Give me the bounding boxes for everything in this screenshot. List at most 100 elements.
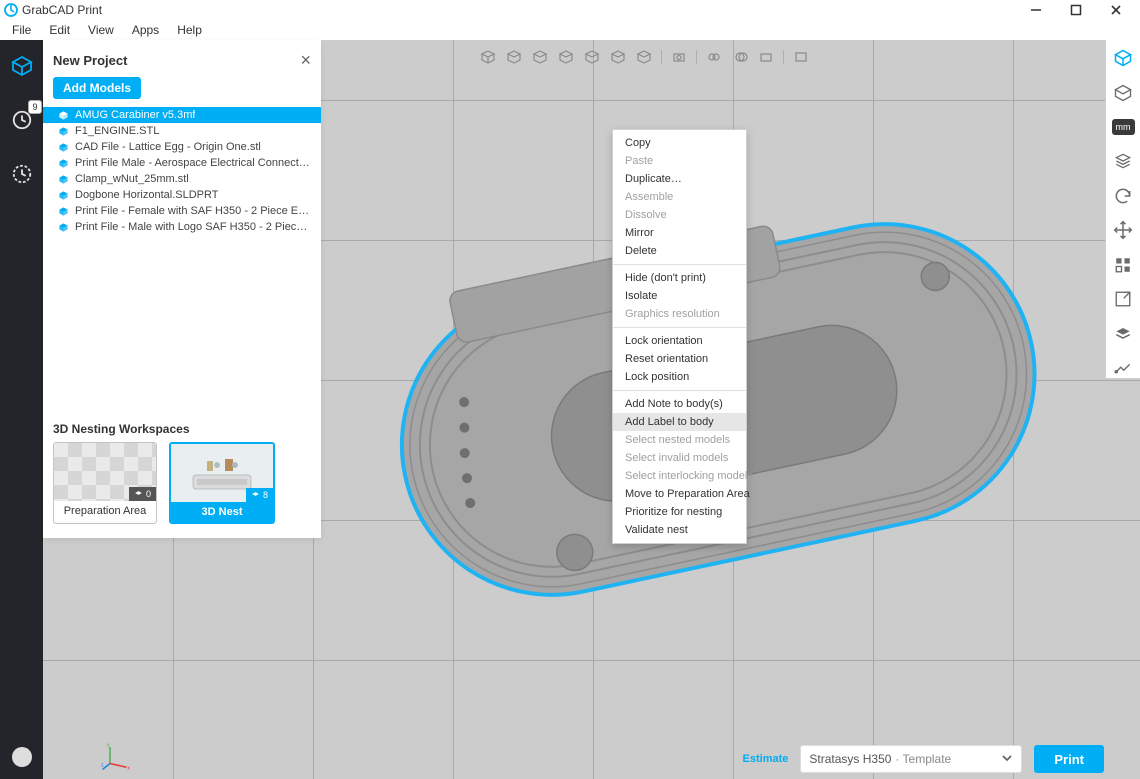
project-icon[interactable] <box>8 52 36 80</box>
view-select-icon[interactable] <box>705 48 723 66</box>
file-row[interactable]: Clamp_wNut_25mm.stl <box>43 171 321 187</box>
context-item[interactable]: Delete <box>613 242 746 260</box>
print-button[interactable]: Print <box>1034 745 1104 773</box>
workspace-count: 8 <box>246 488 273 502</box>
context-item: Paste <box>613 152 746 170</box>
file-label: CAD File - Lattice Egg - Origin One.stl <box>75 141 261 153</box>
view-shade-icon[interactable] <box>731 48 749 66</box>
context-item: Select interlocking models <box>613 467 746 485</box>
right-rail: mm <box>1105 40 1140 378</box>
view-right-icon[interactable] <box>583 48 601 66</box>
rotate-tool-icon[interactable] <box>1112 186 1134 206</box>
context-item[interactable]: Prioritize for nesting <box>613 503 746 521</box>
file-row[interactable]: AMUG Carabiner v5.3mf <box>43 107 321 123</box>
file-label: F1_ENGINE.STL <box>75 125 159 137</box>
context-item[interactable]: Lock position <box>613 368 746 386</box>
menu-edit[interactable]: Edit <box>41 21 78 39</box>
context-item: Select invalid models <box>613 449 746 467</box>
context-item[interactable]: Hide (don't print) <box>613 269 746 287</box>
nest-tool-icon[interactable] <box>1112 151 1134 171</box>
context-item[interactable]: Lock orientation <box>613 332 746 350</box>
context-separator <box>613 327 746 328</box>
workspace-label: 3D Nest <box>171 502 273 522</box>
context-menu: CopyPasteDuplicate…AssembleDissolveMirro… <box>612 129 747 544</box>
tool-cube-icon[interactable] <box>1112 82 1134 102</box>
history-icon[interactable]: 9 <box>8 106 36 134</box>
cube-icon <box>57 189 69 201</box>
minimize-button[interactable] <box>1016 0 1056 20</box>
file-row[interactable]: F1_ENGINE.STL <box>43 123 321 139</box>
workspace-card[interactable]: 83D Nest <box>169 442 275 524</box>
arrange-tool-icon[interactable] <box>1112 254 1134 274</box>
context-item[interactable]: Mirror <box>613 224 746 242</box>
chevron-down-icon <box>1001 752 1013 767</box>
cube-icon <box>57 141 69 153</box>
workspace-row: 0Preparation Area83D Nest <box>43 442 321 538</box>
view-front-icon[interactable] <box>505 48 523 66</box>
project-title: New Project <box>53 53 300 68</box>
file-label: Dogbone Horizontal.SLDPRT <box>75 189 218 201</box>
file-label: Clamp_wNut_25mm.stl <box>75 173 189 185</box>
panel-close-icon[interactable]: × <box>300 50 311 71</box>
view-back-icon[interactable] <box>531 48 549 66</box>
view-left-icon[interactable] <box>557 48 575 66</box>
model-tool-icon[interactable] <box>1112 48 1134 68</box>
menu-file[interactable]: File <box>4 21 39 39</box>
cube-icon <box>57 173 69 185</box>
view-render-icon[interactable] <box>670 48 688 66</box>
estimate-link[interactable]: Estimate <box>743 753 789 765</box>
file-list: AMUG Carabiner v5.3mf F1_ENGINE.STL CAD Fi… <box>43 107 321 245</box>
cube-icon <box>57 221 69 233</box>
context-item[interactable]: Copy <box>613 134 746 152</box>
context-item[interactable]: Add Label to body <box>613 413 746 431</box>
move-tool-icon[interactable] <box>1112 220 1134 240</box>
context-item[interactable]: Duplicate… <box>613 170 746 188</box>
view-toolbar <box>473 44 816 70</box>
menu-apps[interactable]: Apps <box>124 21 167 39</box>
view-iso-icon[interactable] <box>479 48 497 66</box>
cube-icon <box>57 157 69 169</box>
file-row[interactable]: Print File - Female with SAF H350 - 2 Pi… <box>43 203 321 219</box>
app-title: GrabCAD Print <box>22 3 102 17</box>
file-label: Print File Male - Aerospace Electrical C… <box>75 157 311 169</box>
cube-icon <box>57 125 69 137</box>
context-separator <box>613 264 746 265</box>
context-item[interactable]: Reset orientation <box>613 350 746 368</box>
fit-tool-icon[interactable] <box>1112 289 1134 309</box>
view-overlay-icon[interactable] <box>757 48 775 66</box>
workspace-label: Preparation Area <box>54 501 156 521</box>
menu-view[interactable]: View <box>80 21 122 39</box>
view-extra-icon[interactable] <box>792 48 810 66</box>
context-item[interactable]: Isolate <box>613 287 746 305</box>
file-row[interactable]: Dogbone Horizontal.SLDPRT <box>43 187 321 203</box>
printer-select[interactable]: Stratasys H350 · Template <box>800 745 1022 773</box>
context-item: Dissolve <box>613 206 746 224</box>
maximize-button[interactable] <box>1056 0 1096 20</box>
printer-name: Stratasys H350 <box>809 752 891 766</box>
cube-icon <box>57 205 69 217</box>
units-mm-icon[interactable]: mm <box>1112 117 1134 137</box>
workspace-card[interactable]: 0Preparation Area <box>53 442 157 524</box>
view-top-icon[interactable] <box>609 48 627 66</box>
file-label: Print File - Male with Logo SAF H350 - 2… <box>75 221 311 233</box>
recent-icon[interactable] <box>8 160 36 188</box>
left-rail: 9 <box>0 40 43 779</box>
user-avatar-icon[interactable] <box>12 747 32 767</box>
printer-suffix: · Template <box>895 752 951 766</box>
menu-help[interactable]: Help <box>169 21 210 39</box>
context-item[interactable]: Move to Preparation Area <box>613 485 746 503</box>
context-item[interactable]: Validate nest <box>613 521 746 539</box>
file-row[interactable]: Print File Male - Aerospace Electrical C… <box>43 155 321 171</box>
slice-tool-icon[interactable] <box>1112 358 1134 378</box>
file-label: Print File - Female with SAF H350 - 2 Pi… <box>75 205 311 217</box>
context-item[interactable]: Add Note to body(s) <box>613 395 746 413</box>
view-bottom-icon[interactable] <box>635 48 653 66</box>
history-badge: 9 <box>28 100 41 114</box>
app-icon <box>4 3 18 17</box>
file-row[interactable]: CAD File - Lattice Egg - Origin One.stl <box>43 139 321 155</box>
file-row[interactable]: Print File - Male with Logo SAF H350 - 2… <box>43 219 321 235</box>
tray-tool-icon[interactable] <box>1112 323 1134 343</box>
context-item: Graphics resolution <box>613 305 746 323</box>
add-models-button[interactable]: Add Models <box>53 77 141 99</box>
close-button[interactable] <box>1096 0 1136 20</box>
